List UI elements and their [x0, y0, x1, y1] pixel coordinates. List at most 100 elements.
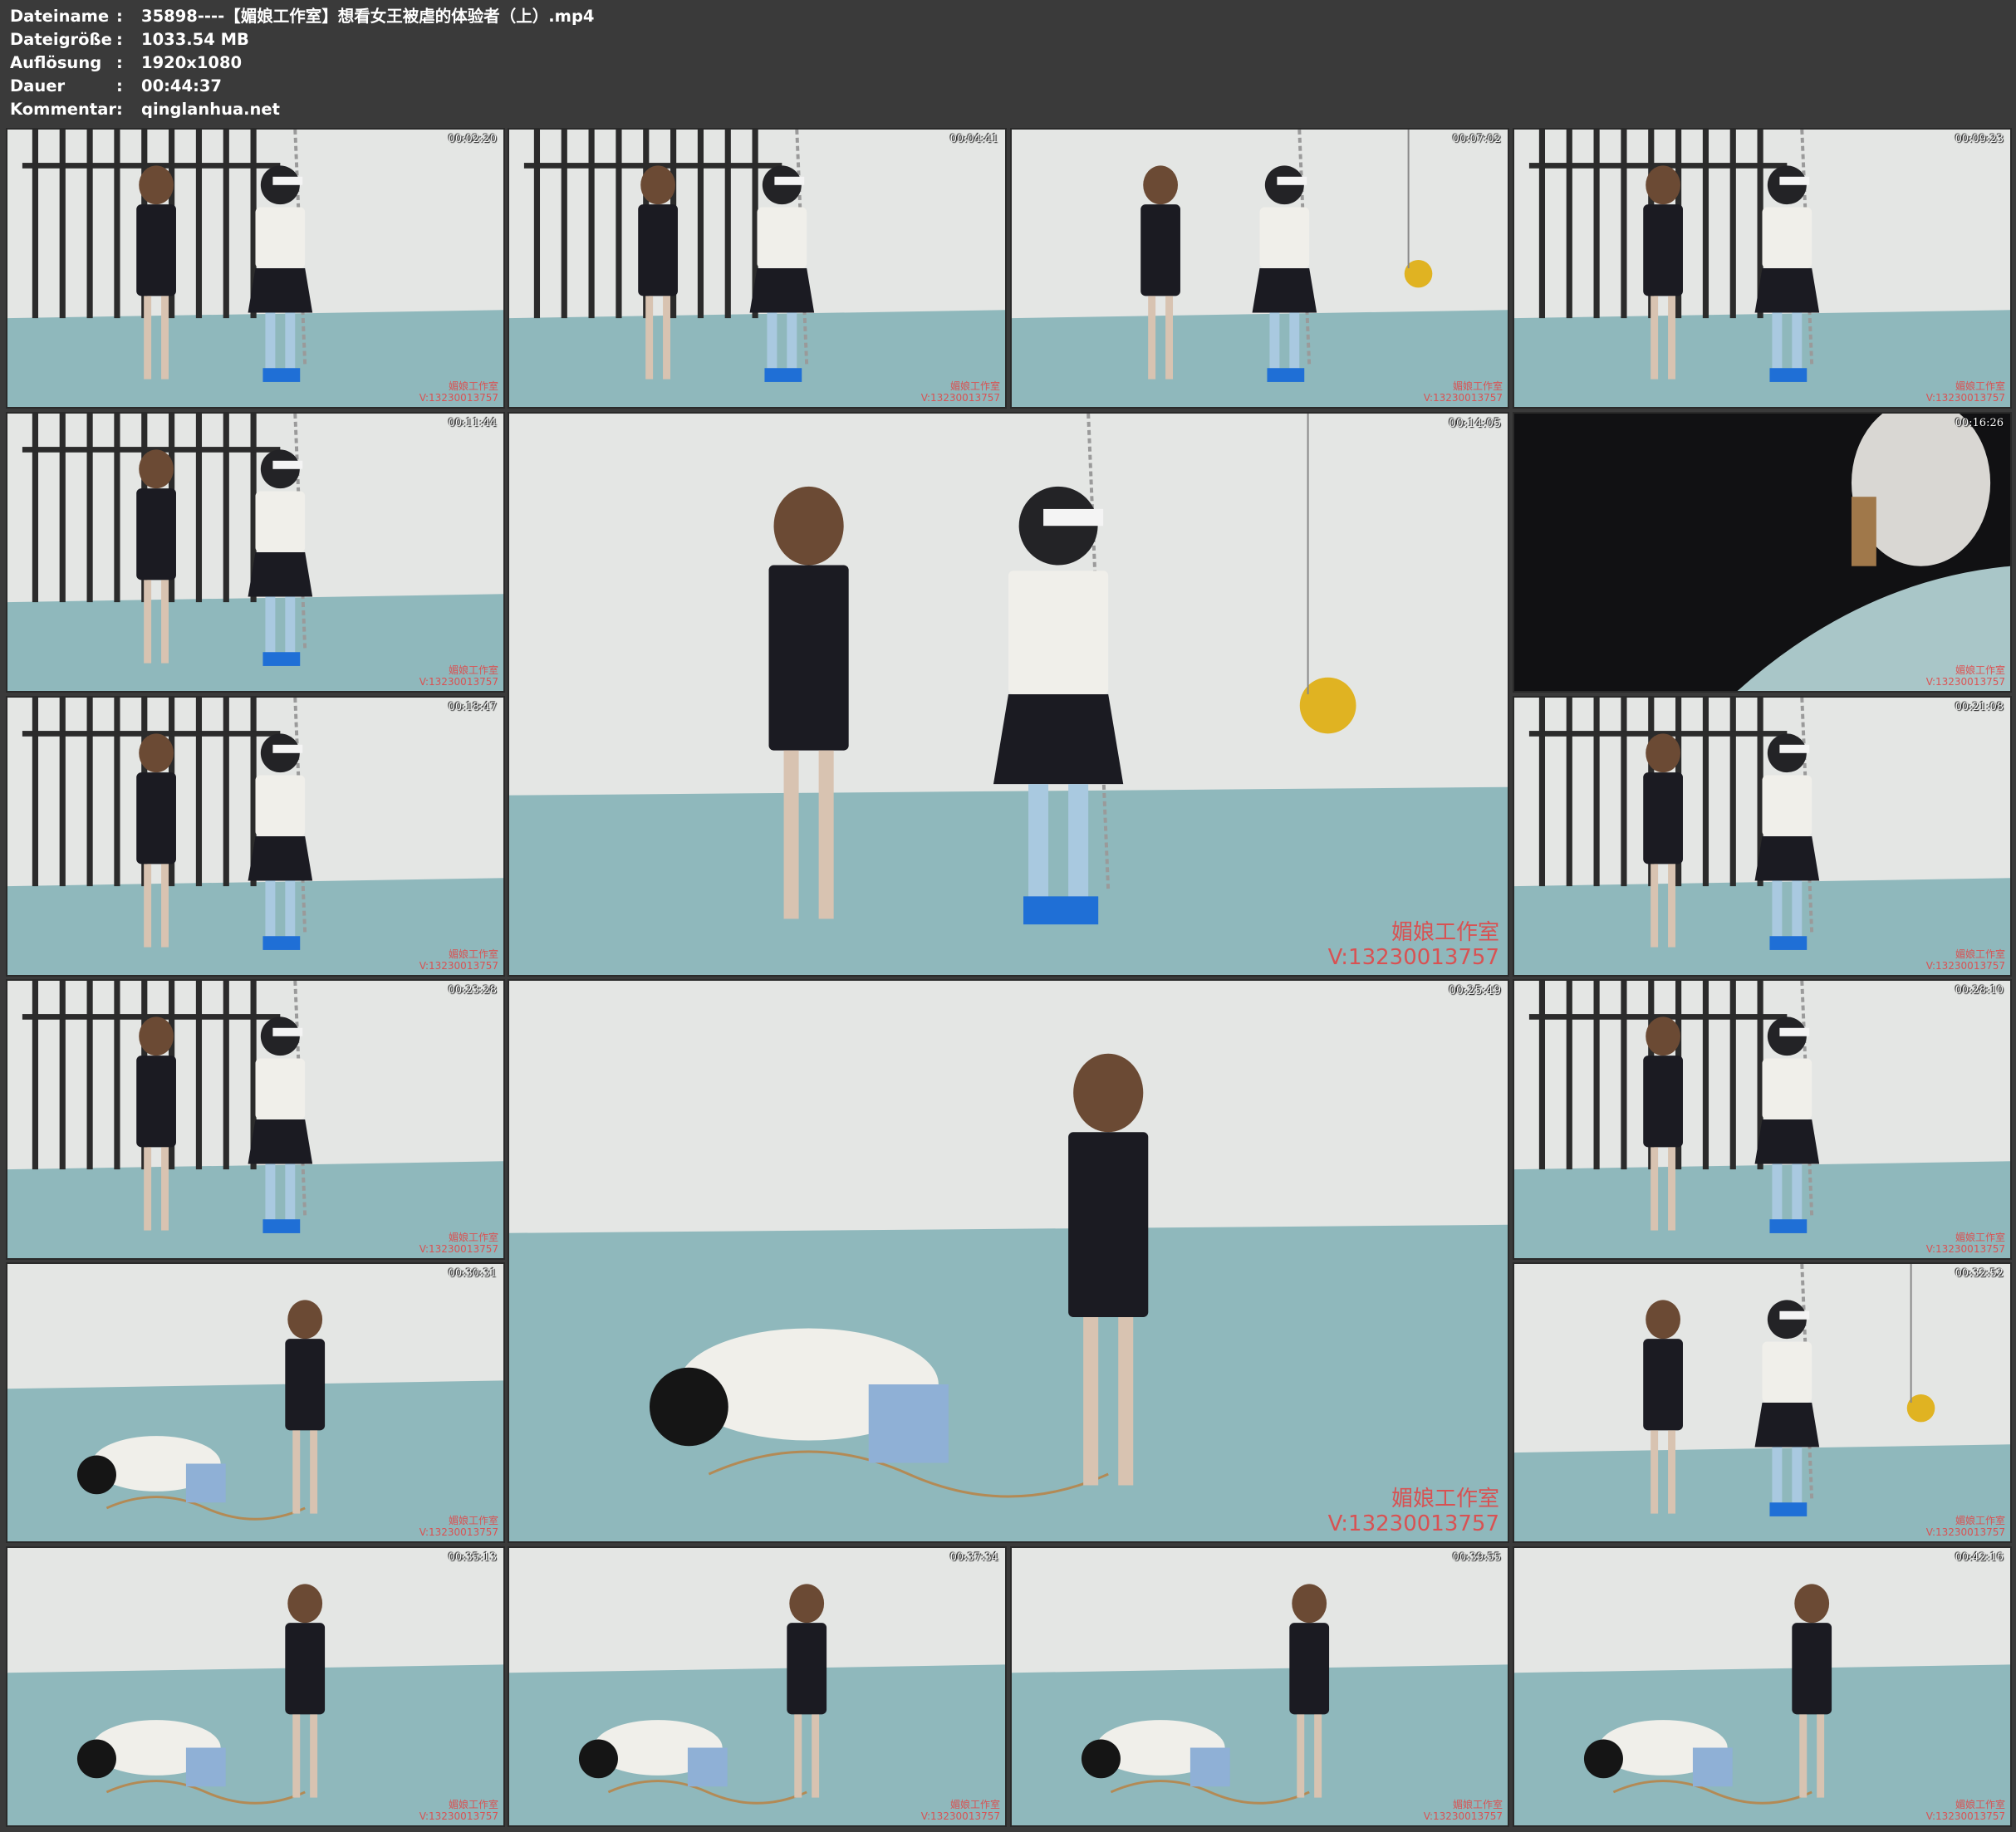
watermark-contact: V:13230013757: [419, 960, 498, 972]
video-thumbnail: 00:32:52 媚娘工作室 V:13230013757: [1513, 1262, 2012, 1543]
thumbnail-timestamp: 00:21:08: [1955, 701, 2004, 713]
watermark-contact: V:13230013757: [1925, 960, 2005, 972]
info-row: Kommentar: qinglanhua.net: [10, 98, 594, 121]
watermark-studio: 媚娘工作室: [1955, 664, 2005, 676]
thumbnail-timestamp: 00:14:05: [1449, 417, 1501, 430]
thumbnail-timestamp: 00:04:41: [949, 133, 998, 145]
watermark: 媚娘工作室 V:13230013757: [921, 380, 1000, 404]
video-thumbnail: 00:35:13 媚娘工作室 V:13230013757: [6, 1546, 505, 1827]
thumbnail-image: [7, 1264, 503, 1541]
info-separator: :: [116, 30, 123, 49]
thumbnail-image: [1514, 130, 2010, 407]
info-separator: :: [116, 53, 123, 72]
video-thumbnail: 00:07:02 媚娘工作室 V:13230013757: [1010, 128, 1509, 409]
watermark: 媚娘工作室 V:13230013757: [419, 1232, 498, 1255]
watermark-contact: V:13230013757: [1925, 392, 2005, 404]
info-separator: :: [116, 76, 123, 96]
watermark: 媚娘工作室 V:13230013757: [1926, 664, 2005, 688]
watermark-studio: 媚娘工作室: [1955, 1799, 2005, 1810]
info-separator: :: [116, 7, 123, 26]
watermark: 媚娘工作室 V:13230013757: [1328, 1487, 1499, 1536]
watermark: 媚娘工作室 V:13230013757: [1926, 1232, 2005, 1255]
thumbnail-timestamp: 00:18:47: [448, 701, 497, 713]
thumbnail-timestamp: 00:35:13: [448, 1551, 497, 1564]
watermark-studio: 媚娘工作室: [448, 1232, 498, 1243]
watermark: 媚娘工作室 V:13230013757: [419, 664, 498, 688]
thumbnail-timestamp: 00:25:49: [1449, 984, 1501, 997]
thumbnail-image: [509, 130, 1005, 407]
info-key: Auflösung: [10, 53, 102, 72]
watermark: 媚娘工作室 V:13230013757: [1926, 948, 2005, 972]
watermark-contact: V:13230013757: [419, 392, 498, 404]
watermark: 媚娘工作室 V:13230013757: [419, 1799, 498, 1822]
watermark-studio: 媚娘工作室: [1452, 380, 1503, 392]
video-thumbnail: 00:11:44 媚娘工作室 V:13230013757: [6, 412, 505, 693]
watermark-studio: 媚娘工作室: [448, 664, 498, 676]
video-thumbnail: 00:18:47 媚娘工作室 V:13230013757: [6, 696, 505, 977]
info-value: 1033.54 MB: [141, 30, 249, 49]
watermark-contact: V:13230013757: [1925, 1526, 2005, 1538]
watermark-studio: 媚娘工作室: [448, 380, 498, 392]
thumbnail-image: [1012, 130, 1508, 407]
thumbnail-image: [7, 130, 503, 407]
thumbnail-image: [7, 1548, 503, 1825]
watermark-contact: V:13230013757: [920, 392, 1000, 404]
thumbnail-timestamp: 00:30:31: [448, 1267, 497, 1280]
video-thumbnail: 00:30:31 媚娘工作室 V:13230013757: [6, 1262, 505, 1543]
video-thumbnail: 00:23:28 媚娘工作室 V:13230013757: [6, 979, 505, 1260]
info-separator: :: [116, 100, 123, 119]
thumbnail-timestamp: 00:09:23: [1955, 133, 2004, 145]
thumbnail-image: [1514, 1548, 2010, 1825]
thumbnail-timestamp: 00:07:02: [1452, 133, 1501, 145]
watermark: 媚娘工作室 V:13230013757: [419, 948, 498, 972]
info-key: Dateigröße: [10, 30, 112, 49]
video-thumbnail: 00:09:23 媚娘工作室 V:13230013757: [1513, 128, 2012, 409]
thumbnail-timestamp: 00:39:55: [1452, 1551, 1501, 1564]
watermark-studio: 媚娘工作室: [1955, 1515, 2005, 1526]
info-row: Dauer:00:44:37: [10, 75, 594, 98]
watermark: 媚娘工作室 V:13230013757: [1926, 380, 2005, 404]
watermark-contact: V:13230013757: [1925, 1243, 2005, 1255]
watermark-contact: V:13230013757: [419, 1243, 498, 1255]
watermark-studio: 媚娘工作室: [1391, 920, 1499, 945]
info-row: Auflösung:1920x1080: [10, 51, 594, 75]
watermark-contact: V:13230013757: [1423, 392, 1503, 404]
video-thumbnail: 00:39:55 媚娘工作室 V:13230013757: [1010, 1546, 1509, 1827]
watermark-studio: 媚娘工作室: [1452, 1799, 1503, 1810]
info-key: Kommentar: [10, 100, 117, 119]
info-row: Dateiname:35898----【媚娘工作室】想看女王被虐的体验者（上）.…: [10, 5, 594, 28]
thumbnail-image: [509, 1548, 1005, 1825]
video-thumbnail: 00:28:10 媚娘工作室 V:13230013757: [1513, 979, 2012, 1260]
info-value: qinglanhua.net: [141, 100, 280, 119]
thumbnail-timestamp: 00:16:26: [1955, 417, 2004, 429]
watermark-contact: V:13230013757: [1925, 676, 2005, 688]
watermark-contact: V:13230013757: [419, 1810, 498, 1822]
watermark-contact: V:13230013757: [1327, 1511, 1499, 1536]
watermark: 媚娘工作室 V:13230013757: [1926, 1515, 2005, 1538]
thumbnail-image: [509, 414, 1508, 975]
watermark-studio: 媚娘工作室: [1955, 948, 2005, 960]
thumbnail-timestamp: 00:28:10: [1955, 984, 2004, 997]
video-thumbnail: 00:25:49 媚娘工作室 V:13230013757: [508, 979, 1509, 1543]
video-thumbnail: 00:42:16 媚娘工作室 V:13230013757: [1513, 1546, 2012, 1827]
video-thumbnail: 00:16:26 媚娘工作室 V:13230013757: [1513, 412, 2012, 693]
file-info-panel: Dateiname:35898----【媚娘工作室】想看女王被虐的体验者（上）.…: [10, 5, 594, 121]
video-thumbnail: 00:37:34 媚娘工作室 V:13230013757: [508, 1546, 1007, 1827]
watermark-studio: 媚娘工作室: [1955, 380, 2005, 392]
watermark: 媚娘工作室 V:13230013757: [921, 1799, 1000, 1822]
thumbnail-image: [1514, 414, 2010, 691]
thumbnail-image: [7, 981, 503, 1258]
watermark: 媚娘工作室 V:13230013757: [1328, 920, 1499, 970]
thumbnail-image: [1514, 698, 2010, 975]
watermark-contact: V:13230013757: [1925, 1810, 2005, 1822]
info-value: 1920x1080: [141, 53, 243, 72]
watermark-studio: 媚娘工作室: [1391, 1487, 1499, 1511]
watermark-contact: V:13230013757: [920, 1810, 1000, 1822]
watermark-contact: V:13230013757: [1423, 1810, 1503, 1822]
watermark-studio: 媚娘工作室: [949, 1799, 1000, 1810]
watermark-studio: 媚娘工作室: [448, 1515, 498, 1526]
watermark-studio: 媚娘工作室: [1955, 1232, 2005, 1243]
thumbnail-image: [1012, 1548, 1508, 1825]
thumbnail-image: [509, 981, 1508, 1541]
video-thumbnail: 00:04:41 媚娘工作室 V:13230013757: [508, 128, 1007, 409]
